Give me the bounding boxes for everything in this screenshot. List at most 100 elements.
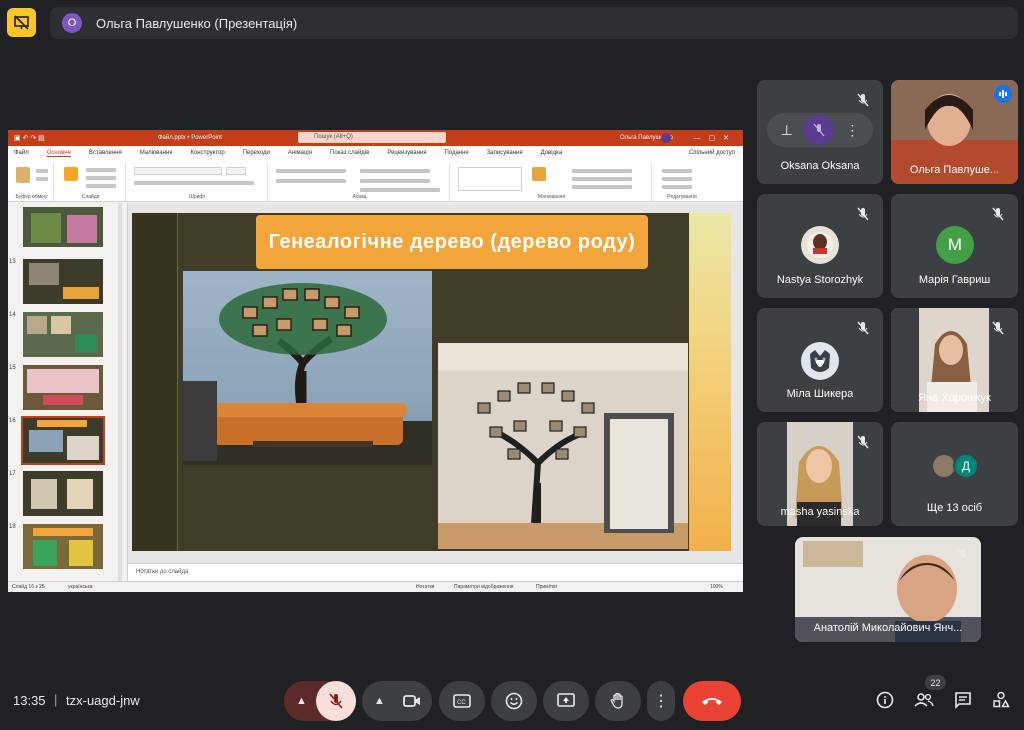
- people-icon: [914, 693, 934, 707]
- ribbon-label: Абзац: [352, 194, 367, 200]
- meeting-code: tzx-uagd-jnw: [66, 693, 140, 708]
- captions-icon: CC: [453, 694, 471, 708]
- slide-thumbnail: [23, 471, 103, 516]
- presenter-label: Ольга Павлушенко (Презентація): [96, 15, 298, 31]
- ppt-menu-item: Малювання: [139, 150, 173, 156]
- mic-off-icon: [857, 321, 869, 335]
- more-options-button[interactable]: ⋮: [647, 681, 675, 721]
- status-slide: Слайд 16 з 25: [12, 584, 45, 590]
- participant-tile[interactable]: masha yasinska: [757, 422, 883, 526]
- status-notes: Нотатки: [416, 584, 435, 590]
- mic-off-icon: [992, 321, 1004, 335]
- participant-name: Oksana Oksana: [780, 160, 860, 172]
- chevron-up-icon[interactable]: ▲: [374, 695, 385, 707]
- mic-off-button[interactable]: [316, 681, 356, 721]
- participant-name: Анатолій Миколайович Янч...: [813, 622, 963, 634]
- mic-off-icon: [857, 435, 869, 449]
- ppt-share: Спільний доступ: [688, 150, 735, 156]
- ppt-menu-item: Конструктор: [190, 150, 225, 156]
- shapes-gallery-icon: [458, 167, 522, 191]
- mute-participant-icon[interactable]: [804, 115, 835, 145]
- ppt-menu-item: Основне: [46, 149, 71, 157]
- window-controls-icon: —▢✕: [693, 135, 737, 142]
- slide-notes: Нотатки до слайда: [128, 563, 743, 581]
- ppt-menu-item: Подання: [444, 150, 469, 156]
- participant-name: masha yasinska: [780, 506, 860, 518]
- slide-number: 15: [9, 365, 16, 371]
- slide-thumbnail-selected: [21, 416, 105, 465]
- people-button[interactable]: [913, 689, 935, 711]
- more-options-icon[interactable]: ⋮: [845, 122, 859, 139]
- thumbnail-scrollbar: [118, 203, 122, 581]
- mic-control-group: ▲: [284, 681, 356, 721]
- info-button[interactable]: [874, 689, 896, 711]
- more-options-icon: ⋮: [653, 693, 669, 710]
- present-button[interactable]: [543, 681, 589, 721]
- more-participants-tile[interactable]: Д Ще 13 осіб: [891, 422, 1018, 526]
- mic-off-icon: [992, 207, 1004, 221]
- participant-name: Марія Гавриш: [918, 274, 991, 286]
- ppt-menu-item: Показ слайдів: [330, 150, 370, 156]
- tile-hover-controls: ⊥ ⋮: [767, 113, 873, 147]
- participant-tile[interactable]: Міла Шикера: [757, 308, 883, 412]
- avatar: [801, 342, 839, 380]
- more-participants-label: Ще 13 осіб: [926, 502, 983, 514]
- end-call-icon: [702, 698, 722, 705]
- emoji-icon: [505, 692, 523, 710]
- presenter-avatar: О: [62, 13, 82, 33]
- mic-off-icon: [329, 693, 343, 709]
- mic-off-icon: [857, 93, 869, 107]
- slide-number: 18: [9, 524, 16, 530]
- people-count-badge: 22: [925, 675, 946, 690]
- camera-button[interactable]: [392, 681, 432, 721]
- slide-number: 13: [9, 259, 16, 265]
- participant-tile[interactable]: Яна Хоронжук: [891, 308, 1018, 412]
- ribbon-label: Шрифт: [189, 194, 206, 200]
- status-comments: Примітки: [536, 584, 557, 590]
- mic-off-icon: [857, 207, 869, 221]
- ppt-menu-item: Рецензування: [387, 150, 427, 156]
- pin-icon[interactable]: ⊥: [781, 122, 793, 139]
- present-screen-icon: [557, 693, 575, 707]
- family-tree-living-room-image: [183, 271, 432, 465]
- activities-button[interactable]: [990, 689, 1012, 711]
- speaking-icon: [994, 85, 1012, 103]
- slide-thumbnail: [23, 259, 103, 304]
- ppt-user-avatar: [661, 133, 671, 143]
- ppt-status-bar: Слайд 16 з 25 українська Нотатки Парамет…: [8, 581, 743, 592]
- new-slide-icon: [64, 167, 78, 181]
- raise-hand-icon: [610, 692, 623, 709]
- ppt-search: Пошук (Alt+Q): [298, 132, 446, 143]
- participant-tile[interactable]: ⊥ ⋮ Oksana Oksana: [757, 80, 883, 184]
- ppt-filename: Файл.pptx • PowerPoint: [158, 135, 222, 141]
- activities-icon: [993, 691, 1010, 708]
- avatar: Д: [953, 453, 979, 479]
- ribbon-label: Редагування: [667, 194, 697, 200]
- chat-button[interactable]: [952, 689, 974, 711]
- chevron-up-icon[interactable]: ▲: [296, 695, 307, 707]
- participant-tile[interactable]: Nastya Storozhyk: [757, 194, 883, 298]
- ribbon-label: Слайди: [81, 194, 100, 200]
- end-call-button[interactable]: [683, 681, 741, 721]
- participant-name: Яна Хоронжук: [918, 392, 991, 404]
- captions-button[interactable]: CC: [439, 681, 485, 721]
- info-icon: [876, 691, 894, 709]
- chat-icon: [955, 692, 971, 709]
- status-language: українська: [68, 584, 93, 590]
- present-icon[interactable]: [7, 8, 36, 37]
- raise-hand-button[interactable]: [595, 681, 641, 721]
- emoji-button[interactable]: [491, 681, 537, 721]
- self-view-tile[interactable]: Анатолій Миколайович Янч...: [795, 537, 981, 642]
- ribbon-label: Буфер обміну: [15, 194, 48, 200]
- ppt-menu-item: Вставлення: [88, 150, 122, 156]
- ppt-title-bar: ▣ ↶ ↷ ▤ Файл.pptx • PowerPoint Пошук (Al…: [8, 130, 743, 146]
- arrange-icon: [532, 167, 546, 181]
- presenter-banner[interactable]: О Ольга Павлушенко (Презентація): [50, 7, 1018, 39]
- participant-tile[interactable]: М Марія Гавриш: [891, 194, 1018, 298]
- ribbon-font: Шрифт: [128, 163, 268, 201]
- family-tree-wall-image: [438, 343, 688, 549]
- status-display: Параметри відображення: [454, 584, 514, 590]
- ribbon-slides: Слайди: [56, 163, 126, 201]
- participant-tile-speaking[interactable]: Ольга Павлуше...: [891, 80, 1018, 184]
- camera-icon: [403, 695, 420, 707]
